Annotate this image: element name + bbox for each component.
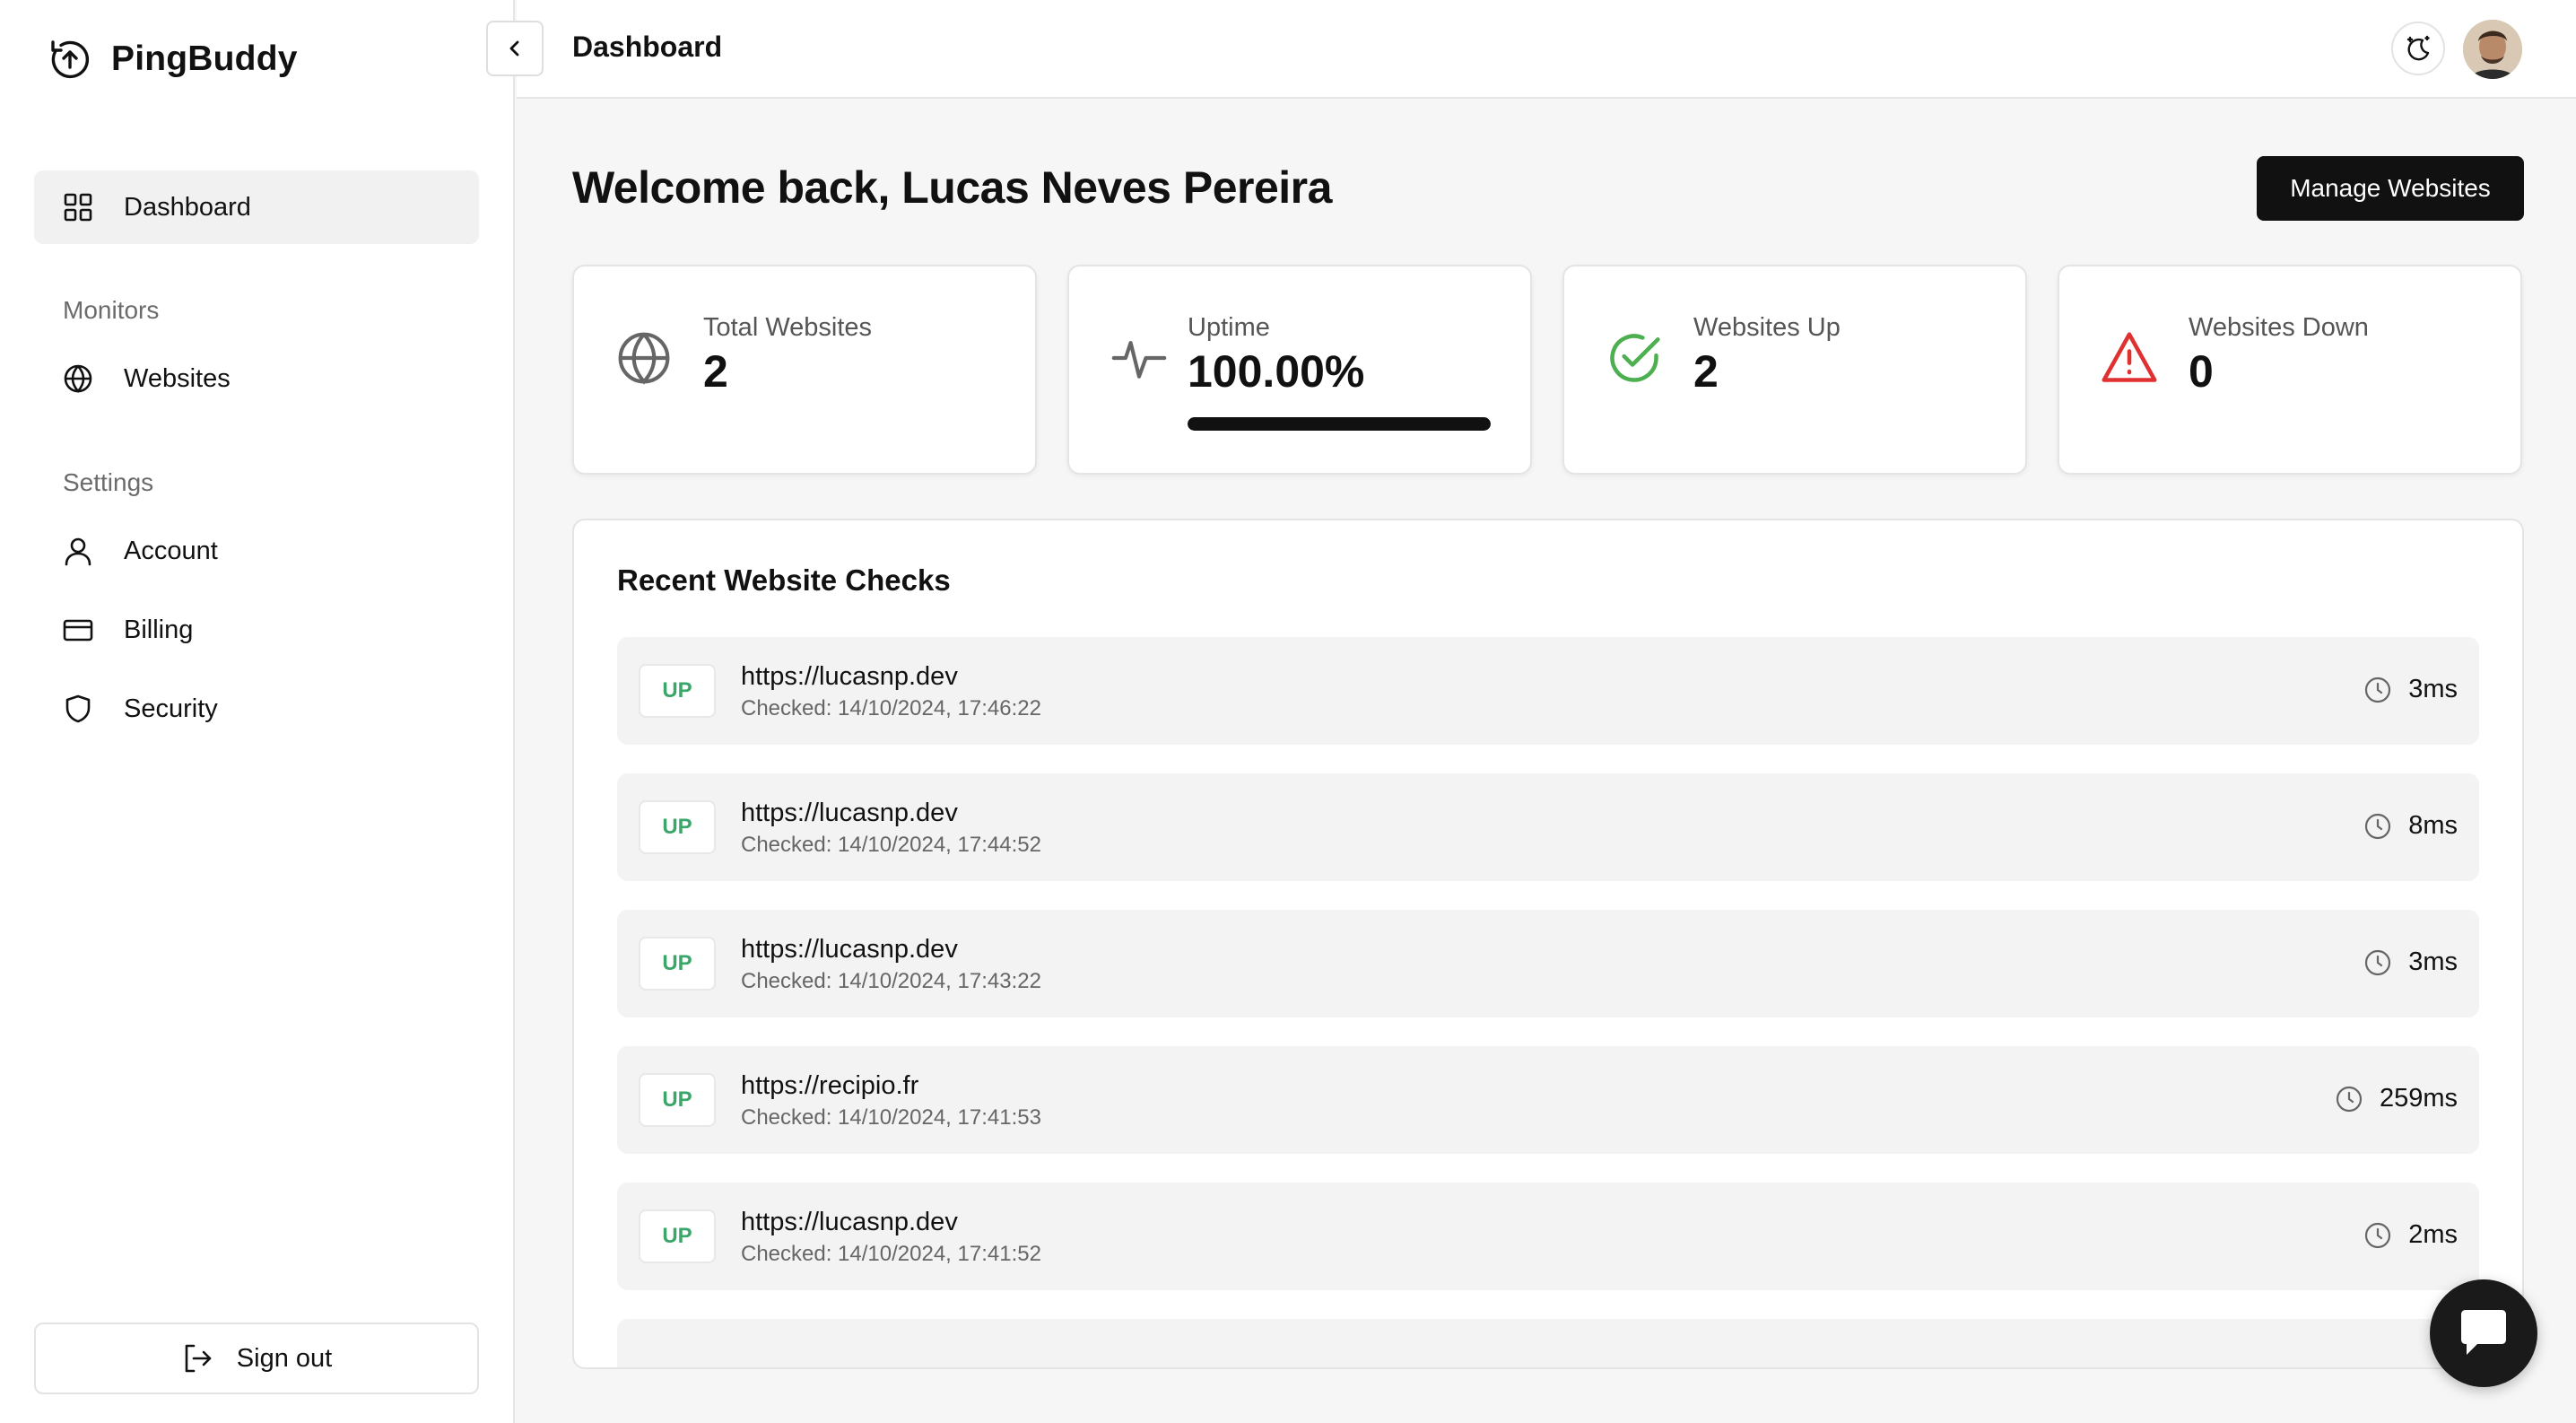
- collapse-sidebar-button[interactable]: [486, 21, 544, 76]
- response-time-value: 3ms: [2408, 675, 2458, 703]
- response-time: 3ms: [2363, 947, 2458, 977]
- stat-value: 2: [703, 346, 728, 397]
- activity-icon: [1110, 329, 1168, 387]
- clock-icon: [2363, 676, 2392, 704]
- check-url: https://lucasnp.dev: [741, 935, 958, 964]
- upload-circle-icon: [48, 38, 91, 81]
- response-time-value: 8ms: [2408, 811, 2458, 840]
- app-name: PingBuddy: [111, 39, 298, 78]
- stat-label: Websites Up: [1693, 313, 1841, 342]
- check-timestamp: Checked: 14/10/2024, 17:43:22: [741, 969, 1041, 993]
- globe-icon: [63, 363, 93, 394]
- response-time: 259ms: [2335, 1084, 2458, 1113]
- sidebar-item-dashboard[interactable]: Dashboard: [34, 170, 479, 244]
- avatar[interactable]: [2463, 20, 2522, 79]
- uptime-progress-fill: [1188, 417, 1491, 431]
- status-badge: UP: [639, 1209, 716, 1263]
- sidebar-item-label: Billing: [124, 615, 194, 644]
- section-heading-monitors: Monitors: [63, 296, 160, 324]
- sidebar: PingBuddy Dashboard Monitors Websites Se…: [0, 0, 515, 1423]
- check-url: https://lucasnp.dev: [741, 1208, 958, 1236]
- user-icon: [63, 536, 93, 566]
- check-url: https://lucasnp.dev: [741, 662, 958, 691]
- stat-value: 0: [2189, 346, 2214, 397]
- response-time-value: 3ms: [2408, 947, 2458, 976]
- alert-triangle-icon: [2101, 329, 2158, 387]
- stat-card-websites-up: Websites Up 2: [1562, 265, 2027, 475]
- stat-label: Websites Down: [2189, 313, 2369, 342]
- response-time: 3ms: [2363, 675, 2458, 704]
- sign-out-label: Sign out: [236, 1343, 333, 1373]
- page-title: Dashboard: [572, 31, 723, 63]
- stat-label: Uptime: [1188, 313, 1270, 342]
- shield-icon: [63, 694, 93, 724]
- stat-value: 2: [1693, 346, 1719, 397]
- chat-bubble-icon: [2456, 1307, 2511, 1359]
- section-heading-settings: Settings: [63, 468, 154, 496]
- clock-icon: [2335, 1085, 2363, 1113]
- grid-icon: [63, 192, 93, 223]
- credit-card-icon: [63, 615, 93, 645]
- check-row[interactable]: UP https://lucasnp.dev Checked: 14/10/20…: [617, 637, 2479, 745]
- check-timestamp: Checked: 14/10/2024, 17:41:53: [741, 1105, 1041, 1130]
- check-row[interactable]: UP https://lucasnp.dev Checked: 14/10/20…: [617, 1183, 2479, 1290]
- stat-card-websites-down: Websites Down 0: [2058, 265, 2522, 475]
- clock-icon: [2363, 812, 2392, 841]
- chat-support-button[interactable]: [2430, 1279, 2537, 1387]
- response-time-value: 259ms: [2379, 1084, 2458, 1113]
- top-header: Dashboard: [486, 0, 2576, 99]
- app-logo[interactable]: PingBuddy: [48, 38, 298, 81]
- status-badge: UP: [639, 1073, 716, 1127]
- uptime-progress-bar: [1188, 417, 1491, 431]
- status-badge: UP: [639, 800, 716, 854]
- sidebar-item-label: Websites: [124, 363, 231, 393]
- moon-stars-icon: [2403, 33, 2433, 64]
- stat-label: Total Websites: [703, 313, 873, 342]
- sidebar-item-label: Security: [124, 694, 218, 723]
- check-url: https://recipio.fr: [741, 1071, 919, 1100]
- sidebar-item-billing[interactable]: Billing: [34, 593, 479, 667]
- welcome-heading: Welcome back, Lucas Neves Pereira: [572, 162, 1332, 213]
- response-time-value: 2ms: [2408, 1220, 2458, 1249]
- check-timestamp: Checked: 14/10/2024, 17:44:52: [741, 833, 1041, 857]
- response-time: 2ms: [2363, 1220, 2458, 1250]
- status-badge: UP: [639, 664, 716, 718]
- sidebar-item-security[interactable]: Security: [34, 672, 479, 746]
- chevron-left-icon: [504, 38, 526, 59]
- sidebar-item-label: Dashboard: [124, 192, 251, 222]
- clock-icon: [2363, 948, 2392, 977]
- status-badge: UP: [639, 937, 716, 991]
- sign-out-button[interactable]: Sign out: [34, 1323, 479, 1394]
- recent-checks-title: Recent Website Checks: [617, 563, 951, 597]
- check-timestamp: Checked: 14/10/2024, 17:46:22: [741, 696, 1041, 720]
- stat-card-uptime: Uptime 100.00%: [1067, 265, 1532, 475]
- manage-websites-button[interactable]: Manage Websites: [2257, 156, 2524, 221]
- stat-card-total-websites: Total Websites 2: [572, 265, 1037, 475]
- sidebar-item-websites[interactable]: Websites: [34, 342, 479, 415]
- clock-icon: [2363, 1221, 2392, 1250]
- check-row-partial[interactable]: [617, 1319, 2479, 1367]
- check-circle-icon: [1606, 329, 1663, 387]
- stat-value: 100.00%: [1188, 346, 1365, 397]
- sidebar-item-label: Account: [124, 536, 218, 565]
- recent-checks-panel: Recent Website Checks UP https://lucasnp…: [572, 519, 2524, 1369]
- check-row[interactable]: UP https://lucasnp.dev Checked: 14/10/20…: [617, 773, 2479, 881]
- check-row[interactable]: UP https://recipio.fr Checked: 14/10/202…: [617, 1046, 2479, 1154]
- check-timestamp: Checked: 14/10/2024, 17:41:52: [741, 1242, 1041, 1266]
- globe-icon: [615, 329, 673, 387]
- check-url: https://lucasnp.dev: [741, 799, 958, 827]
- logout-icon: [181, 1342, 213, 1375]
- theme-toggle-button[interactable]: [2391, 22, 2445, 75]
- response-time: 8ms: [2363, 811, 2458, 841]
- sidebar-item-account[interactable]: Account: [34, 514, 479, 588]
- check-row[interactable]: UP https://lucasnp.dev Checked: 14/10/20…: [617, 910, 2479, 1017]
